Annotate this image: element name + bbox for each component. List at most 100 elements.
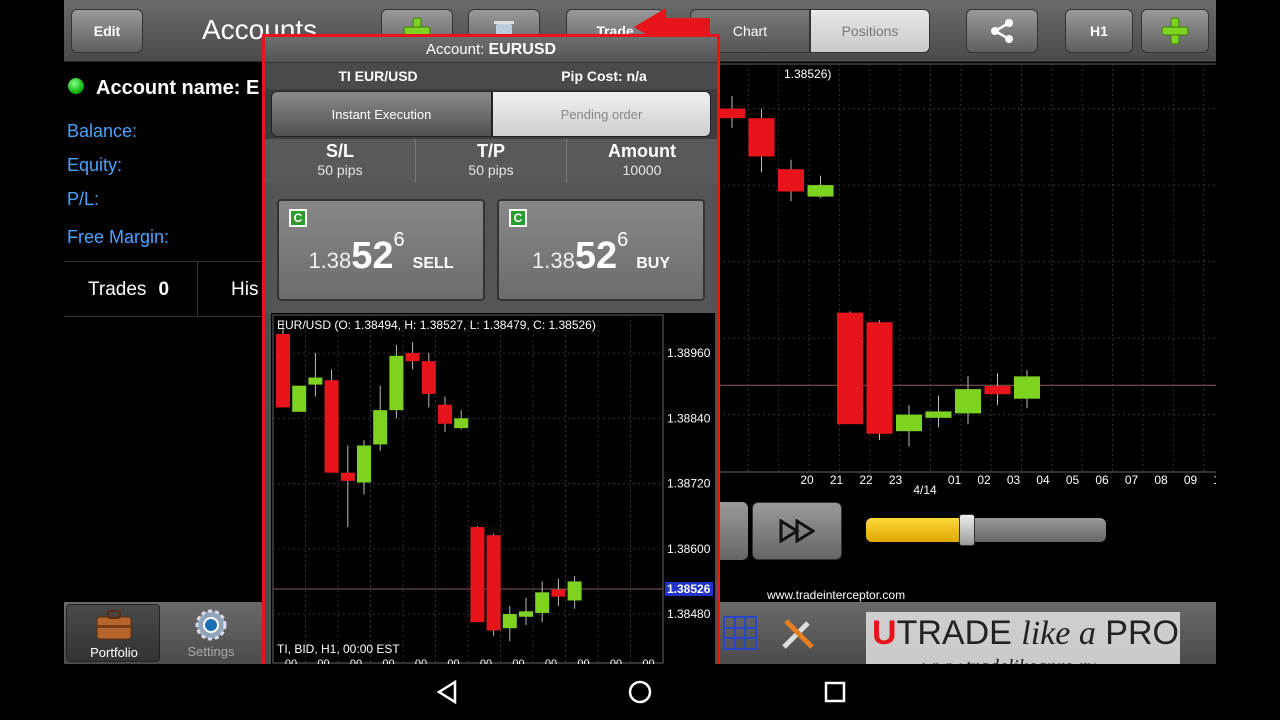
- order-dialog: Account: EURUSD TI EUR/USD Pip Cost: n/a…: [262, 34, 720, 670]
- main-price-chart[interactable]: 1.389601.388401.387201.386001.384801.385…: [718, 62, 1216, 502]
- current-price-label: 1.38526: [667, 582, 711, 596]
- buy-price-pips: 52: [574, 235, 618, 277]
- bull-candle: [535, 592, 550, 613]
- x-tick-label: 06: [1095, 473, 1109, 487]
- sell-label: SELL: [412, 255, 454, 272]
- ohlc-readout: EUR/USD (O: 1.38494, H: 1.38527, L: 1.38…: [277, 318, 596, 332]
- grid-icon: [723, 616, 757, 650]
- close-mode-badge-icon: C: [509, 209, 527, 227]
- add-chart-button[interactable]: [1141, 9, 1209, 53]
- watermark-brand-c: PRO: [1105, 614, 1179, 652]
- timeframe-button[interactable]: H1: [1065, 9, 1133, 53]
- x-tick-label: 05: [1066, 473, 1080, 487]
- watermark-brand-b: like a: [1021, 615, 1096, 652]
- divider: [64, 261, 264, 262]
- settings-button[interactable]: Settings: [164, 604, 258, 662]
- amount-label: Amount: [608, 141, 676, 161]
- ohlc-readout: 1.38526): [784, 67, 831, 81]
- bull-candle: [925, 411, 952, 418]
- sell-price-pips: 52: [351, 235, 394, 277]
- divider: [64, 316, 264, 317]
- grid-button[interactable]: [718, 608, 770, 658]
- watermark-brand: UTRADE like a PRO: [872, 614, 1179, 653]
- share-button[interactable]: [966, 9, 1038, 53]
- x-tick-label: 02: [977, 473, 991, 487]
- x-tick-label: 23: [889, 473, 903, 487]
- amount-value: 10000: [622, 162, 662, 178]
- gear-icon: [195, 609, 227, 641]
- tab-trades[interactable]: Trades 0: [88, 279, 169, 301]
- share-icon: [991, 19, 1013, 43]
- y-tick-label: 1.38840: [667, 411, 711, 425]
- y-tick-label: 1.38480: [667, 607, 711, 621]
- bear-candle: [438, 404, 452, 424]
- amount-field[interactable]: Amount 10000: [567, 139, 717, 183]
- account-name: Account name: E: [96, 77, 260, 99]
- sell-button[interactable]: C 1.38526 SELL: [277, 199, 485, 301]
- x-tick-label: 08: [1154, 473, 1168, 487]
- divider: [197, 262, 198, 316]
- buy-button[interactable]: C 1.38526 BUY: [497, 199, 705, 301]
- execution-tabs: Instant Execution Pending order: [265, 89, 717, 139]
- back-icon[interactable]: [436, 680, 458, 704]
- bear-candle: [421, 361, 436, 394]
- bear-candle: [276, 334, 290, 408]
- quote-panel: C 1.38526SELL C 1.38526BUY: [265, 183, 717, 313]
- bear-candle: [984, 385, 1011, 395]
- edit-button[interactable]: Edit: [71, 9, 143, 53]
- buy-price: 1.38526 BUY: [499, 229, 703, 278]
- play-button[interactable]: [718, 502, 748, 560]
- buy-label: BUY: [636, 255, 670, 272]
- x-tick-label: 09: [1184, 473, 1198, 487]
- bull-candle: [502, 614, 517, 629]
- tab-positions[interactable]: Positions: [810, 9, 930, 53]
- x-tick-label: 01: [948, 473, 962, 487]
- tools-button[interactable]: [770, 608, 826, 658]
- bear-candle: [866, 322, 893, 434]
- portfolio-label: Portfolio: [90, 645, 138, 660]
- tp-value: 50 pips: [468, 162, 514, 178]
- title-prefix: Account:: [425, 41, 485, 58]
- bear-candle: [551, 589, 566, 597]
- playback-slider[interactable]: [866, 514, 1106, 546]
- site-link[interactable]: www.tradeinterceptor.com: [767, 588, 905, 602]
- buy-price-prefix: 1.38: [531, 248, 575, 273]
- x-tick-label: 03: [1007, 473, 1021, 487]
- bear-candle: [486, 535, 501, 631]
- tab-pending-order[interactable]: Pending order: [492, 91, 711, 137]
- recents-icon[interactable]: [824, 681, 846, 703]
- bear-candle: [340, 472, 355, 481]
- tab-instant-execution[interactable]: Instant Execution: [271, 91, 492, 137]
- pip-cost: Pip Cost: n/a: [561, 68, 647, 84]
- bear-candle: [778, 169, 804, 192]
- slider-fill: [866, 518, 967, 542]
- portfolio-button[interactable]: Portfolio: [66, 604, 160, 662]
- tools-icon: [782, 619, 814, 649]
- bull-candle: [292, 385, 307, 412]
- fast-forward-icon: [779, 519, 815, 543]
- bull-candle: [389, 355, 404, 411]
- briefcase-icon: [96, 610, 132, 640]
- title-symbol: EURUSD: [488, 41, 557, 58]
- x-tick-label: 10: [1213, 473, 1216, 487]
- instrument-row: TI EUR/USD Pip Cost: n/a: [265, 63, 717, 89]
- take-profit-field[interactable]: T/P 50 pips: [416, 139, 567, 183]
- x-tick-label: 20: [800, 473, 814, 487]
- slider-thumb[interactable]: [958, 514, 975, 546]
- tab-history[interactable]: His: [231, 279, 258, 301]
- fast-forward-button[interactable]: [752, 502, 842, 560]
- x-tick-label: 22: [859, 473, 873, 487]
- x-tick-label: 21: [830, 473, 844, 487]
- bull-candle: [807, 185, 834, 197]
- settings-label: Settings: [187, 644, 235, 659]
- x-tick-label: 07: [1125, 473, 1139, 487]
- order-price-chart[interactable]: 1.38960 1.38840 1.38720 1.38600 1.38480 1.385…: [271, 313, 715, 669]
- bear-candle: [719, 108, 745, 119]
- home-icon[interactable]: [628, 680, 652, 704]
- close-mode-badge-icon: C: [289, 209, 307, 227]
- stop-loss-field[interactable]: S/L 50 pips: [265, 139, 416, 183]
- y-tick-label: 1.38960: [667, 346, 711, 360]
- y-tick-label: 1.38600: [667, 542, 711, 556]
- bull-candle: [308, 377, 323, 385]
- date-label: 4/14: [913, 483, 937, 497]
